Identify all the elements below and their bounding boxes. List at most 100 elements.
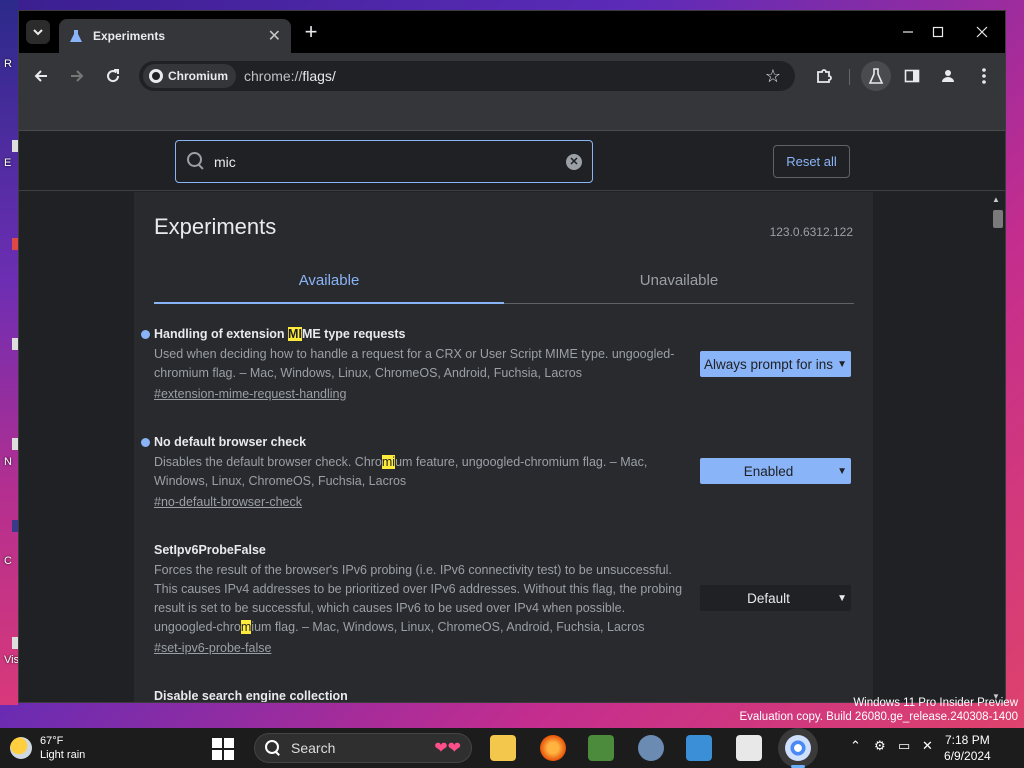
flags-search-header: ✕ Reset all [19,131,1005,191]
start-button[interactable] [212,738,234,760]
arrow-right-icon [71,70,84,82]
app-icon[interactable] [736,735,762,761]
title-bar: Experiments ✕ + [19,11,1005,53]
flag-select[interactable]: Enabled ▼ [700,458,851,484]
weather-condition: Light rain [40,749,86,761]
clock-date: 6/9/2024 [944,749,991,763]
bookmark-star-icon[interactable]: ☆ [765,66,781,87]
firefox-icon[interactable] [540,735,566,761]
app-icon[interactable] [588,735,614,761]
file-explorer-icon[interactable] [490,735,516,761]
flag-item: SetIpv6ProbeFalse Forces the result of t… [154,542,854,658]
flag-item: Handling of extension MIME type requests… [141,326,854,404]
windows-logo-icon [224,738,234,748]
flag-description: Disables the default browser check. Chro… [154,453,689,491]
clock-time: 7:18 PM [945,733,990,747]
url-path: flags/ [302,68,336,84]
select-value: Enabled [743,463,794,479]
chevron-up-icon[interactable]: ⌃ [850,738,861,754]
watermark-line: Evaluation copy. Build 26080.ge_release.… [739,711,1018,723]
menu-button[interactable] [969,61,999,91]
side-panel-icon [904,69,920,83]
flask-icon [70,30,82,42]
scroll-up-arrow-icon[interactable]: ▲ [992,195,1000,204]
settings-gear-icon[interactable] [638,735,664,761]
desktop-icon-label[interactable]: Vis [4,654,19,666]
watermark-line: Windows 11 Pro Insider Preview [853,697,1018,709]
weather-widget[interactable]: 67°F Light rain [10,734,85,762]
taskbar-search[interactable]: Search ❤❤ [254,733,472,763]
forward-button[interactable] [62,61,92,91]
modified-indicator [141,438,150,447]
clock[interactable]: 7:18 PM 6/9/2024 [944,732,991,764]
toolbar-divider [849,69,850,85]
weather-rain-icon [10,737,32,759]
reset-all-button[interactable]: Reset all [773,145,850,178]
maximize-button[interactable] [923,19,953,45]
taskbar-search-label: Search [291,740,336,756]
search-icon [265,740,281,756]
close-tab-icon[interactable]: ✕ [268,26,281,46]
version-label: 123.0.6312.122 [769,225,853,239]
app-icon[interactable] [686,735,712,761]
tab-unavailable[interactable]: Unavailable [504,268,854,304]
windows-watermark: Windows 11 Pro Insider Preview Evaluatio… [739,696,1018,724]
windows-logo-icon [212,750,222,760]
flag-select[interactable]: Default ▼ [700,585,851,611]
tab-title: Experiments [93,29,166,43]
url-prefix: chrome:// [244,68,303,84]
flag-anchor-link[interactable]: #no-default-browser-check [154,493,302,512]
desktop-icon-label[interactable]: E [4,157,11,169]
browser-toolbar: Chromium chrome://flags/ ☆ [19,53,1005,99]
select-value: Always prompt for install [704,356,834,372]
taskbar: 67°F Light rain Search ❤❤ ⌃ ⚙ ▭ ✕ 7:18 P… [0,728,1024,768]
back-button[interactable] [26,61,56,91]
chevron-down-icon: ▼ [837,465,847,477]
flag-description: Forces the result of the browser's IPv6 … [154,561,689,637]
chromium-logo-icon [149,69,163,83]
tray-icon[interactable]: ⚙ [874,738,886,754]
new-tab-button[interactable]: + [299,19,323,44]
network-icon[interactable]: ▭ [898,738,910,754]
profile-button[interactable] [933,61,963,91]
flag-title: No default browser check [154,435,307,449]
tab-search-button[interactable] [26,20,50,44]
bookmarks-bar [19,99,1005,131]
experiments-panel: Experiments 123.0.6312.122 Available Una… [134,192,873,702]
reload-button[interactable] [98,61,128,91]
weather-text: 67°F Light rain [40,734,85,762]
search-input[interactable] [214,153,566,170]
side-panel-button[interactable] [897,61,927,91]
site-chip-label: Chromium [168,69,228,83]
scroll-thumb[interactable] [993,210,1003,228]
site-info-chip[interactable]: Chromium [143,64,236,88]
flag-anchor-link[interactable]: #set-ipv6-probe-false [154,639,271,658]
address-bar[interactable]: Chromium chrome://flags/ ☆ [139,61,795,91]
search-icon [186,151,208,173]
volume-muted-icon[interactable]: ✕ [922,738,933,754]
scrollbar[interactable]: ▲ ▼ [990,192,1005,702]
flag-title: SetIpv6ProbeFalse [154,543,266,557]
chromium-taskbar-icon[interactable] [785,735,811,761]
experiments-button[interactable] [861,61,891,91]
search-highlight-icon: ❤❤ [434,740,461,757]
extensions-button[interactable] [809,61,839,91]
close-window-button[interactable] [967,19,997,45]
flags-search-box[interactable]: ✕ [175,140,593,183]
flag-select[interactable]: Always prompt for install ▼ [700,351,851,377]
tab-available[interactable]: Available [154,268,504,304]
clear-search-icon[interactable]: ✕ [566,153,582,170]
flag-anchor-link[interactable]: #extension-mime-request-handling [154,385,346,404]
minimize-button[interactable] [893,19,923,45]
tab-experiments[interactable]: Experiments ✕ [59,19,291,53]
desktop-icon-label[interactable]: R [4,58,12,70]
puzzle-icon [817,69,832,83]
desc-part: Disables the default browser check. Chro [154,455,382,469]
weather-temp: 67°F [40,735,64,747]
desc-part: ium flag. – Mac, Windows, Linux, ChromeO… [251,620,645,634]
desktop-icon-label[interactable]: C [4,555,12,567]
desktop-icon-label[interactable]: N [4,456,12,468]
url-text[interactable]: chrome://flags/ [244,68,765,84]
kebab-menu-icon [982,68,986,84]
chevron-down-icon [33,29,43,36]
